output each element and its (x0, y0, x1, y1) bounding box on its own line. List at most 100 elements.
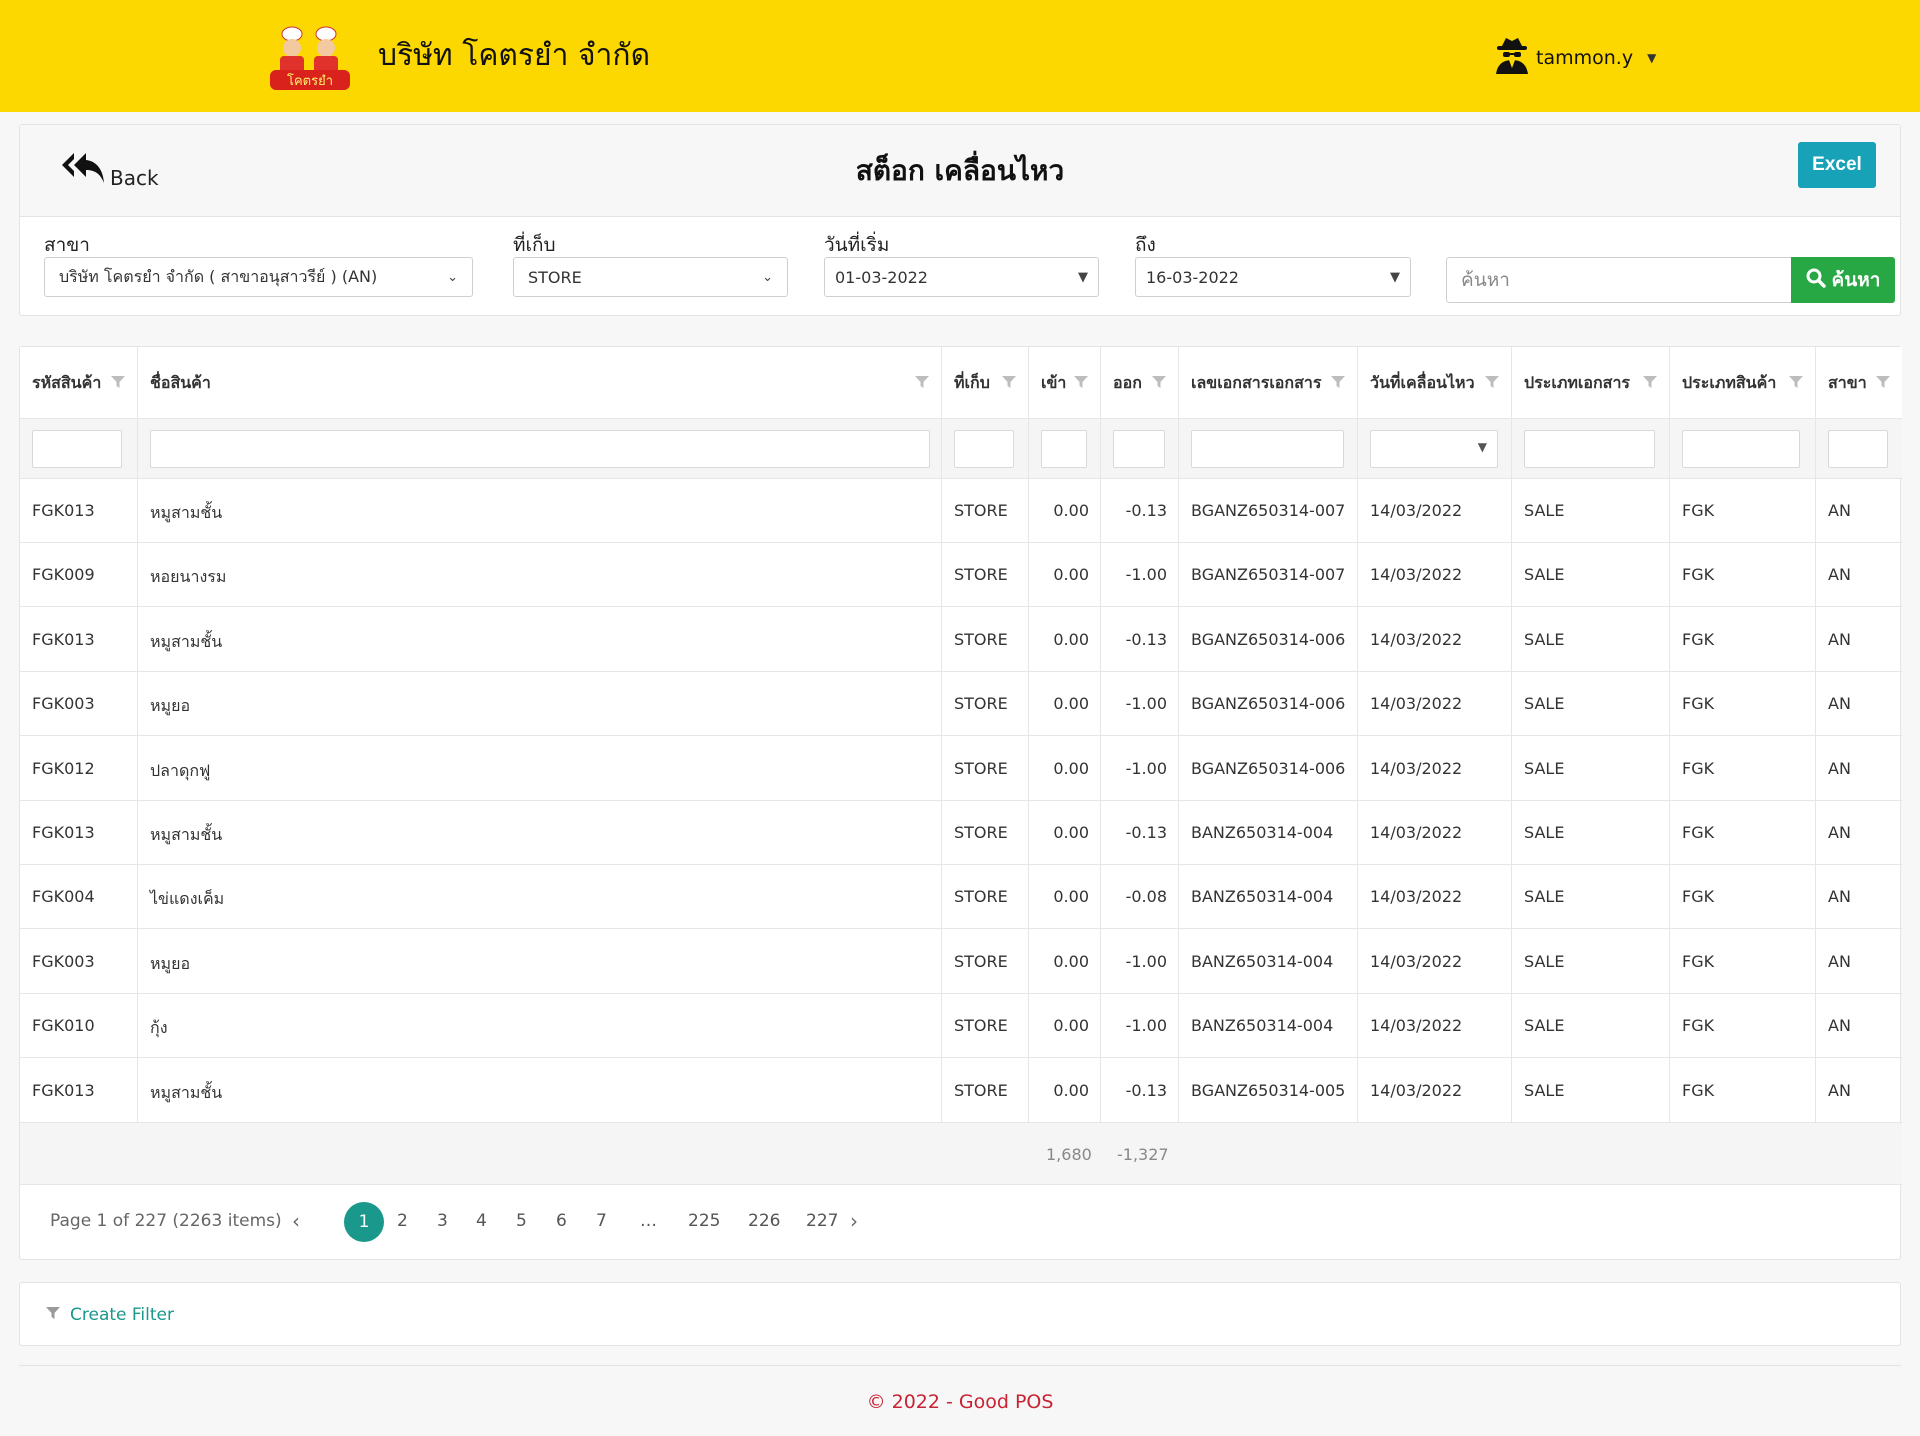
page-link[interactable]: 5 (516, 1211, 527, 1231)
cell-branch: AN (1828, 1080, 1851, 1100)
column-filter-icon[interactable] (1074, 375, 1088, 389)
column-filter-icon[interactable] (1485, 375, 1499, 389)
column-header-product-type[interactable]: ประเภทสินค้า (1670, 347, 1815, 419)
cell-product-name: หมูสามชั้น (150, 825, 223, 844)
page-link[interactable]: 225 (688, 1211, 720, 1231)
column-header-product-name[interactable]: ชื่อสินค้า (138, 347, 941, 419)
page-link[interactable]: 6 (556, 1211, 567, 1231)
storage-label: ที่เก็บ (513, 234, 556, 256)
page-link[interactable]: 3 (437, 1211, 448, 1231)
cell-out: -0.13 (1125, 501, 1167, 520)
table-row[interactable]: FGK009 หอยนางรม STORE 0.00 -1.00 BGANZ650314-… (20, 543, 1902, 608)
user-menu[interactable]: tammon.y ▼ (1494, 36, 1656, 79)
column-filter-input-in[interactable] (1041, 430, 1087, 468)
cell-movement-date: 14/03/2022 (1370, 1016, 1463, 1036)
footer-divider (19, 1365, 1901, 1366)
cell-product-name: หมูยอ (150, 953, 191, 973)
table-row[interactable]: FGK010 กุ้ง STORE 0.00 -1.00 BANZ650314-004 14… (20, 994, 1902, 1059)
cell-product-code: FGK012 (32, 758, 95, 778)
cell-in: 0.00 (1053, 823, 1089, 842)
column-filter-icon[interactable] (1002, 375, 1016, 389)
column-filter-input-out[interactable] (1113, 430, 1165, 468)
column-filter-icon[interactable] (1789, 375, 1803, 389)
prev-page-icon[interactable]: ‹ (292, 1209, 300, 1233)
cell-product-code: FGK013 (32, 1080, 95, 1100)
column-filter-icon[interactable] (111, 375, 125, 389)
column-filter-input-document-type[interactable] (1524, 430, 1655, 468)
table-row[interactable]: FGK003 หมูยอ STORE 0.00 -1.00 BGANZ650314-006… (20, 672, 1902, 737)
filter-row-cell (1101, 419, 1178, 479)
column-filter-icon[interactable] (1643, 375, 1657, 389)
total-summary-row: 1,680 -1,327 (20, 1123, 1902, 1185)
column-header-label: เข้า (1041, 373, 1067, 392)
column-filter-input-document-number[interactable] (1191, 430, 1344, 468)
column-header-document-number[interactable]: เลขเอกสารเอกสาร (1179, 347, 1357, 419)
cell-product-type: FGK (1682, 501, 1715, 520)
column-filter-input-branch[interactable] (1828, 430, 1888, 468)
search-button-label: ค้นหา (1831, 269, 1881, 291)
stock-movement-grid: รหัสสินค้า ชื่อสินค้า ที่เก็บ เข้า ออก เลขเอก… (19, 346, 1902, 1261)
table-row[interactable]: FGK004 ไข่แดงเค็ม STORE 0.00 -0.08 BANZ650314… (20, 865, 1902, 930)
svg-text:โคตรยำ: โคตรยำ (287, 73, 333, 89)
search-button[interactable]: ค้นหา (1791, 257, 1895, 303)
cell-out: -1.00 (1125, 694, 1167, 714)
column-filter-icon[interactable] (915, 375, 929, 389)
column-filter-input-product-name[interactable] (150, 430, 930, 468)
cell-product-name: หอยนางรม (150, 567, 227, 587)
table-row[interactable]: FGK012 ปลาดุกฟู STORE 0.00 -1.00 BGANZ650314-… (20, 737, 1902, 801)
column-filter-input-storage[interactable] (954, 430, 1014, 468)
branch-select[interactable]: บริษัท โคตรยำ จำกัด ( สาขาอนุสาวรีย์ ) (… (44, 257, 473, 297)
column-header-movement-date[interactable]: วันที่เคลื่อนไหว (1358, 347, 1511, 419)
cell-branch: AN (1828, 951, 1851, 971)
table-row[interactable]: FGK013 หมูสามชั้น STORE 0.00 -0.13 BGANZ65031… (20, 479, 1902, 543)
cell-product-code: FGK004 (32, 887, 95, 907)
table-row[interactable]: FGK013 หมูสามชั้น STORE 0.00 -0.13 BANZ650314… (20, 801, 1902, 865)
pager: Page 1 of 227 (2263 items) ‹ 1 2 3 4 5 6 7 … 225… (20, 1185, 1902, 1261)
column-header-in[interactable]: เข้า (1029, 347, 1100, 419)
column-filter-icon[interactable] (1331, 375, 1345, 389)
username: tammon.y (1536, 46, 1634, 69)
column-filter-icon[interactable] (1876, 375, 1890, 389)
branch-label: สาขา (44, 234, 90, 256)
next-page-icon[interactable]: › (850, 1209, 858, 1233)
column-header-out[interactable]: ออก (1101, 347, 1178, 419)
chevron-down-icon: ▼ (1647, 50, 1657, 65)
start-date-picker[interactable]: 01-03-2022 ▼ (824, 257, 1099, 297)
page-link[interactable]: 4 (476, 1211, 487, 1231)
column-filter-input-movement-date[interactable]: ▼ (1370, 430, 1498, 468)
page-link[interactable]: 226 (748, 1211, 780, 1231)
column-header-document-type[interactable]: ประเภทเอกสาร (1512, 347, 1669, 419)
cell-product-name: กุ้ง (150, 1018, 168, 1038)
caret-down-icon: ▼ (1477, 440, 1487, 454)
table-row[interactable]: FGK003 หมูยอ STORE 0.00 -1.00 BANZ650314-004 1… (20, 930, 1902, 994)
column-header-label: ชื่อสินค้า (150, 373, 211, 392)
page-link[interactable]: 1 (344, 1202, 384, 1242)
column-filter-icon[interactable] (1152, 375, 1166, 389)
table-row[interactable]: FGK013 หมูสามชั้น STORE 0.00 -0.13 BGANZ65031… (20, 1059, 1902, 1123)
cell-document-type: SALE (1524, 1080, 1565, 1100)
storage-select-value: STORE (528, 267, 582, 287)
table-row[interactable]: FGK013 หมูสามชั้น STORE 0.00 -0.13 BGANZ65031… (20, 608, 1902, 672)
cell-document-number: BGANZ650314-006 (1191, 694, 1346, 714)
cell-document-type: SALE (1524, 501, 1565, 520)
end-date-value: 16-03-2022 (1146, 267, 1239, 287)
page-link[interactable]: 2 (397, 1211, 408, 1231)
cell-product-type: FGK (1682, 1016, 1715, 1036)
page-link[interactable]: 7 (596, 1211, 607, 1231)
cell-product-code: FGK013 (32, 501, 95, 520)
company-logo[interactable]: โคตรยำ (264, 22, 356, 92)
cell-product-name: หมูสามชั้น (150, 631, 223, 651)
total-in-value: 1,680 (1046, 1145, 1092, 1164)
cell-product-type: FGK (1682, 887, 1715, 907)
create-filter-link[interactable]: Create Filter (46, 1305, 174, 1325)
column-header-branch[interactable]: สาขา (1816, 347, 1902, 419)
column-filter-input-product-type[interactable] (1682, 430, 1800, 468)
excel-export-button[interactable]: Excel (1798, 142, 1876, 188)
storage-select[interactable]: STORE ⌄ (513, 257, 788, 297)
page-link[interactable]: 227 (806, 1211, 838, 1231)
column-header-product-code[interactable]: รหัสสินค้า (20, 347, 137, 419)
end-date-picker[interactable]: 16-03-2022 ▼ (1135, 257, 1411, 297)
column-filter-input-product-code[interactable] (32, 430, 122, 468)
search-input[interactable]: ค้นหา (1446, 257, 1792, 303)
column-header-storage[interactable]: ที่เก็บ (942, 347, 1028, 419)
